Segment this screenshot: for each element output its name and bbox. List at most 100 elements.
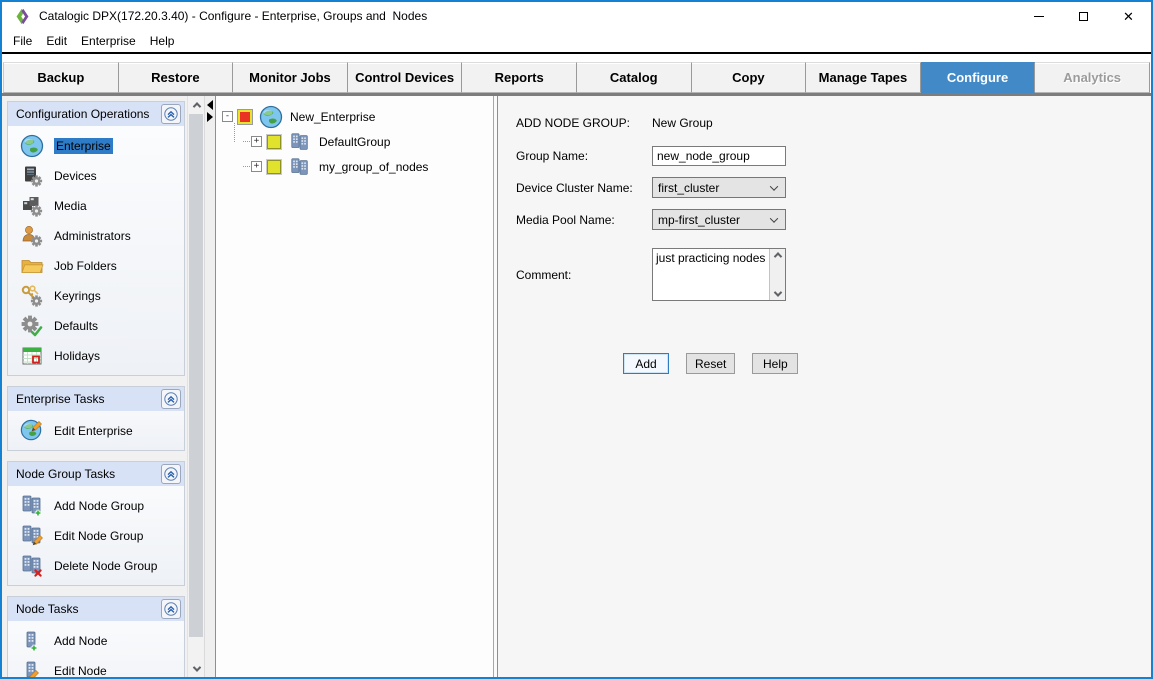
section-node-tasks: Node Tasks [7, 596, 185, 677]
comment-textarea[interactable]: just practicing nodes [652, 248, 786, 301]
tab-monitor-jobs[interactable]: Monitor Jobs [233, 62, 348, 93]
close-button[interactable]: ✕ [1106, 2, 1151, 30]
sidebar-item-holidays[interactable]: Holidays [8, 341, 184, 371]
sidebar-item-label: Holidays [54, 349, 100, 363]
group-name-label: Group Name: [516, 149, 652, 163]
section-node-group-tasks: Node Group Tasks [7, 461, 185, 586]
sidebar-item-delete-node-group[interactable]: Delete Node Group [8, 551, 184, 581]
chevron-double-up-icon [164, 392, 178, 406]
section-title: Node Group Tasks [16, 467, 115, 481]
menu-edit[interactable]: Edit [39, 32, 74, 50]
buildings-icon [287, 155, 313, 179]
sidebar-item-devices[interactable]: Devices [8, 161, 184, 191]
section-header: Enterprise Tasks [8, 387, 184, 411]
group-name-input[interactable] [652, 146, 786, 166]
sidebar-item-add-node[interactable]: Add Node [8, 626, 184, 656]
collapse-button[interactable] [161, 599, 181, 619]
globe-pencil-icon [18, 418, 45, 444]
window-controls: ✕ [1016, 2, 1151, 30]
section-configuration-operations: Configuration Operations Enterprise [7, 101, 185, 376]
tab-catalog[interactable]: Catalog [577, 62, 692, 93]
comment-scrollbar[interactable] [769, 249, 785, 300]
minimize-icon [1034, 16, 1044, 17]
tree-expand-icon[interactable]: + [251, 161, 262, 172]
sidebar-item-label: Add Node [54, 634, 107, 648]
tree-expand-icon[interactable]: + [251, 136, 262, 147]
scroll-down-icon[interactable] [773, 288, 781, 296]
chevron-down-icon [770, 182, 778, 190]
menu-file[interactable]: File [6, 32, 39, 50]
tree-checkbox-enterprise[interactable] [238, 110, 252, 124]
tree-checkbox-group[interactable] [267, 135, 281, 149]
sidebar-item-label: Edit Node Group [54, 529, 143, 543]
tab-backup[interactable]: Backup [3, 62, 119, 93]
calendar-icon [18, 343, 45, 369]
sidebar-item-media[interactable]: Media [8, 191, 184, 221]
section-title: Node Tasks [16, 602, 78, 616]
sidebar-item-edit-enterprise[interactable]: Edit Enterprise [8, 416, 184, 446]
collapse-button[interactable] [161, 389, 181, 409]
media-pool-label: Media Pool Name: [516, 213, 652, 227]
tree-row-my-group-of-nodes[interactable]: + my_group_of_nodes [243, 154, 493, 179]
tree-collapse-icon[interactable]: - [222, 111, 233, 122]
panel-splitter[interactable] [204, 96, 216, 677]
splitter-collapse-left-icon[interactable] [207, 100, 213, 110]
tab-control-devices[interactable]: Control Devices [348, 62, 463, 93]
tab-configure[interactable]: Configure [921, 62, 1036, 93]
comment-text[interactable]: just practicing nodes [653, 249, 769, 300]
person-gear-icon [18, 223, 45, 249]
sidebar-item-label: Job Folders [54, 259, 117, 273]
tab-manage-tapes[interactable]: Manage Tapes [806, 62, 921, 93]
section-header: Configuration Operations [8, 102, 184, 126]
sidebar-item-edit-node-group[interactable]: Edit Node Group [8, 521, 184, 551]
maximize-button[interactable] [1061, 2, 1106, 30]
help-button[interactable]: Help [752, 353, 798, 374]
scroll-up-icon[interactable] [773, 252, 781, 260]
sidebar-item-enterprise[interactable]: Enterprise [8, 131, 184, 161]
minimize-button[interactable] [1016, 2, 1061, 30]
device-cluster-select[interactable]: first_cluster [652, 177, 786, 198]
add-node-group-form: ADD NODE GROUP: New Group Group Name: De… [498, 96, 1151, 677]
building-pencil-icon [18, 658, 45, 677]
tab-copy[interactable]: Copy [692, 62, 807, 93]
tab-analytics[interactable]: Analytics [1035, 62, 1150, 93]
sidebar-item-label: Enterprise [54, 138, 113, 154]
sidebar-scrollbar[interactable] [187, 96, 204, 677]
tree-label: New_Enterprise [290, 110, 375, 124]
sidebar-item-edit-node[interactable]: Edit Node [8, 656, 184, 677]
building-plus-icon [18, 628, 45, 654]
sidebar-item-defaults[interactable]: Defaults [8, 311, 184, 341]
menu-help[interactable]: Help [143, 32, 182, 50]
tree-label: DefaultGroup [319, 135, 390, 149]
sidebar-item-keyrings[interactable]: Keyrings [8, 281, 184, 311]
tree-row-defaultgroup[interactable]: + DefaultGroup [243, 129, 493, 154]
form-heading-label: ADD NODE GROUP: [516, 116, 652, 130]
sidebar-item-administrators[interactable]: Administrators [8, 221, 184, 251]
tree-checkbox-group[interactable] [267, 160, 281, 174]
sidebar-item-job-folders[interactable]: Job Folders [8, 251, 184, 281]
media-pool-select[interactable]: mp-first_cluster [652, 209, 786, 230]
enterprise-tree-panel: - New_Enterprise + DefaultGroup [216, 96, 494, 677]
media-gear-icon [18, 193, 45, 219]
section-enterprise-tasks: Enterprise Tasks [7, 386, 185, 451]
splitter-collapse-right-icon[interactable] [207, 112, 213, 122]
scroll-up-icon[interactable] [188, 96, 205, 113]
section-title: Enterprise Tasks [16, 392, 104, 406]
device-cluster-value: first_cluster [658, 181, 771, 195]
scrollbar-thumb[interactable] [189, 114, 203, 637]
buildings-icon [287, 130, 313, 154]
collapse-button[interactable] [161, 464, 181, 484]
scroll-down-icon[interactable] [188, 660, 205, 677]
section-header: Node Group Tasks [8, 462, 184, 486]
buildings-delete-icon [18, 553, 45, 579]
tab-restore[interactable]: Restore [119, 62, 234, 93]
sidebar-item-add-node-group[interactable]: Add Node Group [8, 491, 184, 521]
reset-button[interactable]: Reset [686, 353, 735, 374]
collapse-button[interactable] [161, 104, 181, 124]
tree-row-new-enterprise[interactable]: - New_Enterprise [222, 104, 493, 129]
tab-reports[interactable]: Reports [462, 62, 577, 93]
menu-enterprise[interactable]: Enterprise [74, 32, 143, 50]
tab-bar: Backup Restore Monitor Jobs Control Devi… [2, 62, 1151, 93]
add-button[interactable]: Add [623, 353, 669, 374]
media-pool-value: mp-first_cluster [658, 213, 771, 227]
